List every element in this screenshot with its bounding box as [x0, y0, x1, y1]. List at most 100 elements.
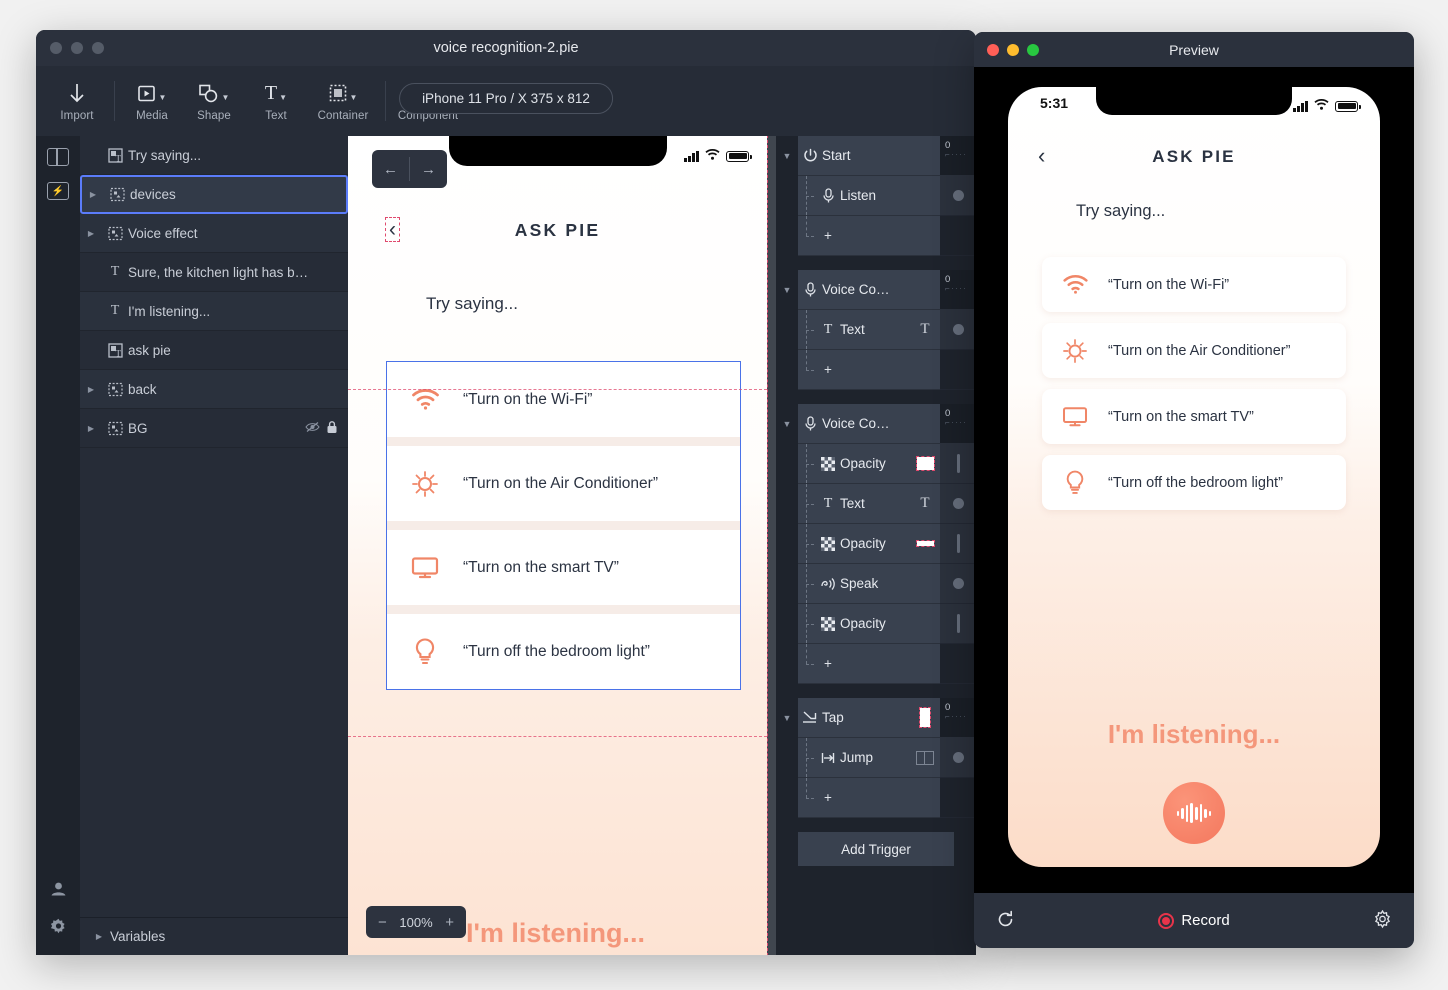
action-state[interactable] [940, 484, 976, 524]
add-trigger-button[interactable]: Add Trigger [798, 832, 954, 866]
chevron-down-icon[interactable]: ▼ [776, 404, 798, 444]
layer-expand-toggle[interactable]: ▶ [80, 385, 102, 394]
devices-group-selection[interactable]: “Turn on the Wi-Fi” “Turn on the Air Con… [386, 361, 741, 690]
toolbar-import[interactable]: Import [46, 81, 108, 122]
add-action-row-tap[interactable]: + [776, 778, 976, 818]
action-row[interactable]: Speak [798, 564, 940, 604]
split-panel-icon[interactable] [47, 148, 69, 166]
layer-expand-toggle[interactable]: ▶ [80, 229, 102, 238]
trigger-group-tap[interactable]: ▼ Tap 0 ⌐···· [776, 698, 976, 738]
action-row[interactable]: T Text T [798, 484, 940, 524]
zoom-out-button[interactable]: − [378, 914, 387, 931]
settings-gear-icon[interactable] [1373, 909, 1392, 932]
canvas-nav-buttons[interactable]: ← → [372, 150, 447, 188]
trigger-action-text-2[interactable]: T Text T [776, 484, 976, 524]
layer-row-sure-kitchen[interactable]: T Sure, the kitchen light has b… [80, 253, 348, 292]
add-action-button[interactable]: + [798, 644, 940, 684]
card-bedroom-light[interactable]: “Turn off the bedroom light” [387, 614, 740, 689]
preview-card-air-conditioner[interactable]: “Turn on the Air Conditioner” [1042, 323, 1346, 378]
add-action-row-voice-2[interactable]: + [776, 644, 976, 684]
preview-phone[interactable]: 5:31 ‹ ASK PIE Try saying... “Turn on th… [1008, 87, 1380, 867]
trigger-action-opacity-2[interactable]: Opacity [776, 524, 976, 564]
artboard[interactable]: ‹ ASK PIE Try saying... “Turn on the Wi-… [348, 136, 768, 955]
plus-icon[interactable]: + [816, 228, 840, 243]
arrow-left-icon[interactable]: ← [372, 150, 409, 188]
trigger-header[interactable]: Voice Co… [798, 404, 940, 444]
chevron-down-icon[interactable]: ▼ [776, 270, 798, 310]
toolbar-shape[interactable]: ▼ Shape [183, 81, 245, 122]
settings-gear-icon[interactable] [50, 918, 67, 939]
toolbar-media[interactable]: ▼ Media [121, 81, 183, 122]
card-label: “Turn on the Air Conditioner” [463, 474, 658, 492]
card-smart-tv[interactable]: “Turn on the smart TV” [387, 530, 740, 605]
component-bolt-icon[interactable]: ⚡ [47, 182, 69, 200]
add-action-row-start[interactable]: + [776, 216, 976, 256]
card-air-conditioner[interactable]: “Turn on the Air Conditioner” [387, 446, 740, 521]
action-state[interactable] [940, 524, 976, 564]
zoom-control[interactable]: − 100% + [366, 906, 466, 938]
canvas-area[interactable]: ‹ ASK PIE Try saying... “Turn on the Wi-… [348, 136, 776, 955]
trigger-action-listen[interactable]: Listen [776, 176, 976, 216]
plus-icon[interactable]: + [816, 790, 840, 805]
trigger-group-voice-1[interactable]: ▼ Voice Co… 0 ⌐···· [776, 270, 976, 310]
trigger-action-speak[interactable]: Speak [776, 564, 976, 604]
action-state[interactable] [940, 310, 976, 350]
add-action-button[interactable]: + [798, 778, 940, 818]
hidden-eye-icon[interactable] [305, 421, 320, 436]
layer-row-back[interactable]: ▶ back [80, 370, 348, 409]
card-wifi[interactable]: “Turn on the Wi-Fi” [387, 362, 740, 437]
lock-icon[interactable] [326, 420, 338, 437]
record-button[interactable]: Record [1158, 912, 1230, 929]
preview-card-smart-tv[interactable]: “Turn on the smart TV” [1042, 389, 1346, 444]
trigger-action-text-1[interactable]: T Text T [776, 310, 976, 350]
arrow-right-icon[interactable]: → [410, 150, 447, 188]
action-row[interactable]: T Text T [798, 310, 940, 350]
action-state[interactable] [940, 444, 976, 484]
trigger-header[interactable]: Voice Co… [798, 270, 940, 310]
layer-row-im-listening[interactable]: T I'm listening... [80, 292, 348, 331]
plus-icon[interactable]: + [816, 656, 840, 671]
action-state[interactable] [940, 604, 976, 644]
layer-row-bg[interactable]: ▶ BG [80, 409, 348, 448]
action-row[interactable]: Opacity [798, 524, 940, 564]
trigger-header[interactable]: Tap [798, 698, 940, 738]
action-row[interactable]: Listen [798, 176, 940, 216]
add-action-row-voice-1[interactable]: + [776, 350, 976, 390]
variables-section[interactable]: ▶ Variables [80, 917, 348, 955]
action-row[interactable]: Opacity [798, 604, 940, 644]
trigger-group-voice-2[interactable]: ▼ Voice Co… 0 ⌐···· [776, 404, 976, 444]
layer-row-devices[interactable]: ▶ devices [80, 175, 348, 214]
variables-expand-toggle[interactable]: ▶ [88, 932, 110, 941]
action-row[interactable]: Jump [798, 738, 940, 778]
preview-card-wifi[interactable]: “Turn on the Wi-Fi” [1042, 257, 1346, 312]
chevron-down-icon[interactable]: ▼ [776, 136, 798, 176]
add-action-button[interactable]: + [798, 216, 940, 256]
layer-expand-toggle[interactable]: ▶ [82, 190, 104, 199]
layer-row-voice-effect[interactable]: ▶ Voice effect [80, 214, 348, 253]
layer-row-ask-pie[interactable]: T ask pie [80, 331, 348, 370]
trigger-group-start[interactable]: ▼ Start 0 ⌐···· [776, 136, 976, 176]
device-size-selector[interactable]: iPhone 11 Pro / X 375 x 812 [399, 83, 613, 114]
action-state[interactable] [940, 738, 976, 778]
chevron-down-icon[interactable]: ▼ [776, 698, 798, 738]
trigger-action-opacity-3[interactable]: Opacity [776, 604, 976, 644]
preview-card-bedroom-light[interactable]: “Turn off the bedroom light” [1042, 455, 1346, 510]
plus-icon[interactable]: + [816, 362, 840, 377]
zoom-in-button[interactable]: + [445, 914, 454, 931]
reload-icon[interactable] [996, 910, 1015, 932]
action-state[interactable] [940, 176, 976, 216]
toolbar-container[interactable]: ▼ Container [307, 81, 379, 122]
action-state[interactable] [940, 564, 976, 604]
layer-expand-toggle[interactable]: ▶ [80, 424, 102, 433]
trigger-action-jump[interactable]: Jump [776, 738, 976, 778]
preview-mic-button[interactable] [1163, 782, 1225, 844]
add-action-button[interactable]: + [798, 350, 940, 390]
tree-line [798, 484, 816, 523]
trigger-header[interactable]: Start [798, 136, 940, 176]
toolbar-text[interactable]: T ▼ Text [245, 81, 307, 122]
layer-row-try-saying[interactable]: T Try saying... [80, 136, 348, 175]
trigger-action-opacity-1[interactable]: Opacity [776, 444, 976, 484]
action-row[interactable]: Opacity [798, 444, 940, 484]
account-person-icon[interactable] [50, 882, 67, 900]
speak-icon [816, 577, 840, 591]
